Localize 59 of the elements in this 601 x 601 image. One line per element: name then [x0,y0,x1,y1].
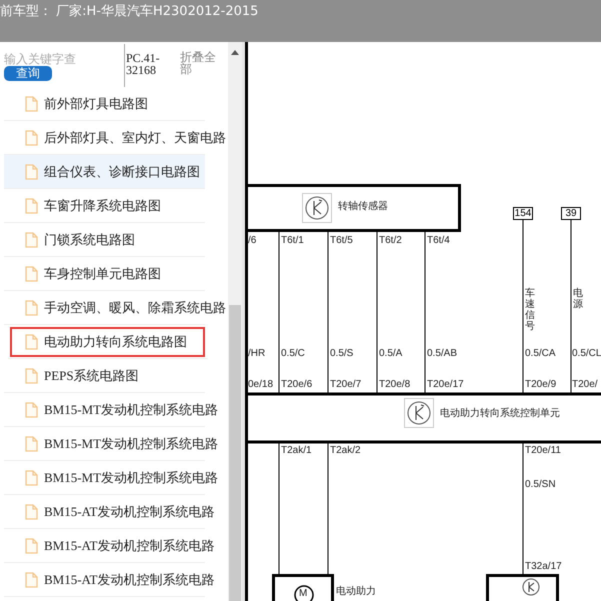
wire-gauge-label: 0.5/CL [572,348,601,360]
pin-label: T6t/1 [281,235,304,247]
wire-gauge-label: /HR [248,348,266,360]
transistor-symbol-icon [521,577,541,597]
pin-label: T20e/ [572,379,598,391]
document-icon [25,266,38,282]
document-icon [25,130,38,146]
document-icon [25,164,38,180]
scrollbar[interactable] [228,42,242,601]
wire-gauge-label: 0.5/A [379,348,402,360]
document-icon [25,232,38,248]
wire-gauge-label: 0.5/SN [525,479,556,491]
pin-label: T20e/8 [379,379,410,391]
document-icon [25,538,38,554]
scroll-up-icon[interactable] [231,50,239,55]
pin-label: 0e/18 [248,379,274,391]
transistor-symbol-icon [302,193,332,223]
wire-gauge-label: 0.5/AB [427,348,458,360]
search-field[interactable]: 输入关键字查 [4,52,100,66]
scrollbar-thumb[interactable] [229,305,241,601]
motor-symbol: M [299,588,308,600]
document-icon [25,198,38,214]
wire-gauge-label: 0.5/S [330,348,354,360]
pin-label: T20e/6 [281,379,312,391]
pin-label: T6t/4 [427,235,450,247]
collapse-all-link[interactable]: 折叠全部 [180,42,222,87]
signal-label: 车速信号 [525,288,535,332]
pin-label: T20e/7 [330,379,362,391]
pin-label: T6t/5 [330,235,353,247]
connector-number: 39 [561,207,581,220]
sensor-label: 转轴传感器 [338,201,388,213]
control-unit-label: 电动助力转向系统控制单元 [440,408,560,420]
document-icon [25,572,38,588]
pin-label: T32a/17 [525,561,562,573]
signal-label: 电源 [573,288,583,310]
diagram-list-item[interactable]: 电动助力转向系统电路图 [8,325,207,359]
wire-gauge-label: 0.5/CA [525,348,556,360]
pin-label: T2ak/1 [281,445,312,457]
pin-label: T6t/2 [379,235,402,247]
search-button[interactable]: 查询 [4,66,52,81]
motor-label: 电动助力 [336,586,376,598]
transistor-symbol-icon [404,398,434,428]
pin-label: T20e/9 [525,379,556,391]
pin-label: T20e/11 [525,445,561,457]
connector-number: 154 [513,207,533,220]
document-icon [25,436,38,452]
vehicle-title: 前车型： 厂家:H-华晨汽车H2302012-2015 [0,3,260,21]
document-icon [25,470,38,486]
document-icon [25,504,38,520]
document-icon [25,334,38,350]
document-icon [25,402,38,418]
motor-symbol-icon [292,585,316,601]
document-icon [25,96,38,112]
document-icon [25,368,38,384]
pin-label: /6 [248,235,256,247]
document-icon [25,300,38,316]
wire-gauge-label: 0.5/C [281,348,305,360]
pin-label: T20e/17 [427,379,464,391]
pin-label: T2ak/2 [330,445,361,457]
